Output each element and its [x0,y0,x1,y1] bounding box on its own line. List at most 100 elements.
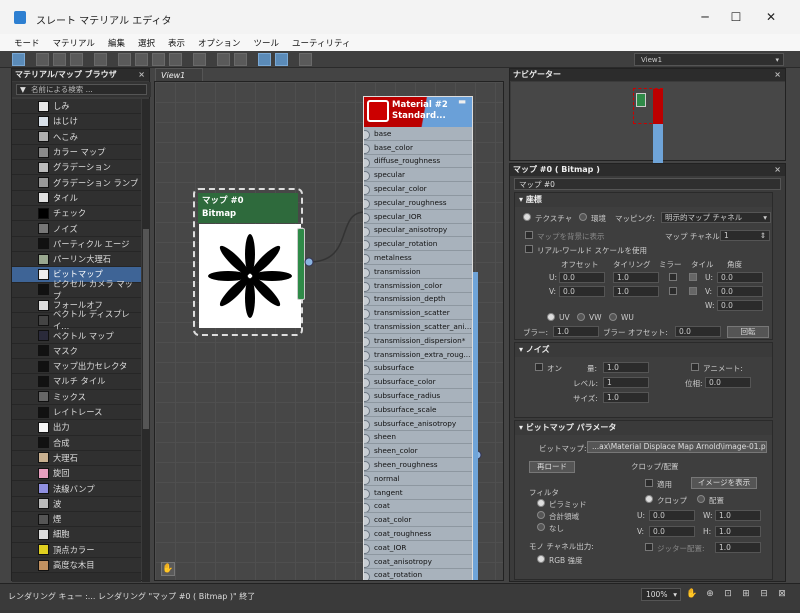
hand-pan-icon[interactable]: ✋ [161,562,175,576]
menu-tools[interactable]: ツール [254,37,280,49]
bitmap-path-button[interactable]: ...ax\Material Displace Map Arnold\image… [587,441,767,453]
material-slot[interactable]: tangent [364,486,472,500]
realworld-checkbox[interactable] [525,245,533,253]
v-angle-field[interactable]: 0.0 [717,286,763,297]
map-list-item[interactable]: マルチ タイル [12,374,141,390]
material-slot[interactable]: specular_anisotropy [364,224,472,238]
minimize-button[interactable]: ─ [690,8,720,26]
menu-view[interactable]: 表示 [168,37,185,49]
u-angle-field[interactable]: 0.0 [717,272,763,283]
map-list-item[interactable]: 細胞 [12,527,141,543]
levels-field[interactable]: 1 [603,377,649,388]
show-map-icon[interactable] [135,53,148,66]
menu-arrow-icon[interactable]: ▼ [20,85,26,95]
map-list-item[interactable]: 波 [12,496,141,513]
material-slot[interactable]: coat_color [364,513,472,528]
map-list-item[interactable]: ノイズ [12,221,141,237]
noise-on-checkbox[interactable] [535,363,543,371]
coordinates-rollout-header[interactable]: ▾ 座標 [515,193,772,207]
material-slot[interactable]: coat [364,500,472,514]
crop-h-field[interactable]: 1.0 [715,526,761,537]
map-list-item[interactable]: カラー マップ [12,144,141,161]
u-tiling-field[interactable]: 1.0 [613,272,659,283]
vw-radio[interactable] [577,313,585,321]
close-button[interactable]: ✕ [756,8,786,26]
map-list-item[interactable]: 出力 [12,420,141,436]
material-node[interactable]: Material #2 Standard... ▬ base base_color… [363,96,473,580]
v-tiling-field[interactable]: 1.0 [613,286,659,297]
u-tile-checkbox[interactable] [689,273,697,281]
close-icon[interactable]: × [774,164,781,176]
environ-radio[interactable] [579,213,587,221]
pyramid-radio[interactable] [537,499,545,507]
map-list-item[interactable]: しみ [12,99,141,115]
reload-button[interactable]: 再ロード [529,461,575,473]
show-background-icon[interactable] [152,53,165,66]
assign-material-icon[interactable] [70,53,83,66]
tab-view1[interactable]: View1 [155,68,203,81]
material-browser-toggle-icon[interactable] [258,53,271,66]
zoom-region-icon[interactable]: ⊡ [722,588,734,600]
map-name-field[interactable]: マップ #0 [514,178,781,190]
browser-search-input[interactable]: ▼ 名前による検索 ... [16,84,147,95]
animate-checkbox[interactable] [691,363,699,371]
material-slot[interactable]: base [364,127,472,141]
close-icon[interactable]: × [774,69,781,81]
map-list-item[interactable]: 高度な木目 [12,557,141,574]
map-list-item[interactable]: マスク [12,343,141,360]
map-list-item[interactable]: グラデーション [12,160,141,176]
map-list-item[interactable]: チェック [12,206,141,222]
map-list-item[interactable]: 頂点カラー [12,542,141,558]
none-radio[interactable] [537,523,545,531]
summed-radio[interactable] [537,511,545,519]
map-list-item[interactable]: へこみ [12,129,141,145]
material-slot[interactable]: specular_roughness [364,196,472,210]
view-selector[interactable]: View1 ▾ [634,53,784,66]
map-list-item[interactable]: 煙 [12,512,141,528]
material-slot[interactable]: coat_anisotropy [364,555,472,569]
put-to-scene-icon[interactable] [53,53,66,66]
pan-icon[interactable]: ✋ [686,588,698,600]
mapping-dropdown[interactable]: 明示的マップ チャネル ▾ [661,212,771,223]
layout-all-icon[interactable] [217,53,230,66]
zoom-extents-icon[interactable]: ⊞ [740,588,752,600]
menu-material[interactable]: マテリアル [53,37,95,49]
material-slot[interactable]: base_color [364,141,472,155]
material-slot[interactable]: subsurface_scale [364,403,472,417]
texture-radio[interactable] [523,213,531,221]
map-list-item[interactable]: マップ出力セレクタ [12,359,141,375]
map-list-item[interactable]: ミックス [12,389,141,405]
material-slot[interactable]: sheen [364,431,472,445]
map-list-item[interactable]: レイトレース [12,404,141,421]
map-list-item[interactable]: ピクセル カメラ マップ [12,279,141,301]
material-slot[interactable]: coat_IOR [364,541,472,555]
rotate-button[interactable]: 回転 [727,326,769,338]
scrollbar-thumb[interactable] [143,229,149,429]
material-slot[interactable]: transmission_scatter [364,306,472,321]
phase-field[interactable]: 0.0 [705,377,751,388]
material-slot[interactable]: subsurface [364,362,472,376]
jitter-field[interactable]: 1.0 [715,542,761,553]
navigator-viewport-frame[interactable] [633,88,663,125]
material-slot[interactable]: coat_roughness [364,527,472,541]
map-list-item[interactable]: 大理石 [12,450,141,467]
layout-children-icon[interactable] [234,53,247,66]
material-slot[interactable]: subsurface_color [364,375,472,390]
zoom-icon[interactable]: ⊕ [704,588,716,600]
material-slot[interactable]: specular [364,168,472,183]
u-mirror-checkbox[interactable] [669,273,677,281]
material-slot[interactable]: transmission_color [364,279,472,293]
parameter-editor-toggle-icon[interactable] [275,53,288,66]
amount-field[interactable]: 1.0 [603,362,649,373]
material-slot[interactable]: transmission [364,265,472,279]
view-image-button[interactable]: イメージを表示 [691,477,757,489]
w-angle-field[interactable]: 0.0 [717,300,763,311]
move-children-icon[interactable] [118,53,131,66]
navigator-view[interactable] [511,82,785,164]
wu-radio[interactable] [609,313,617,321]
menu-select[interactable]: 選択 [138,37,155,49]
rgb-radio[interactable] [537,555,545,563]
zoom-dropdown[interactable]: 100% ▾ [641,588,681,601]
material-slot[interactable]: transmission_depth [364,293,472,307]
show-end-result-icon[interactable] [193,53,206,66]
